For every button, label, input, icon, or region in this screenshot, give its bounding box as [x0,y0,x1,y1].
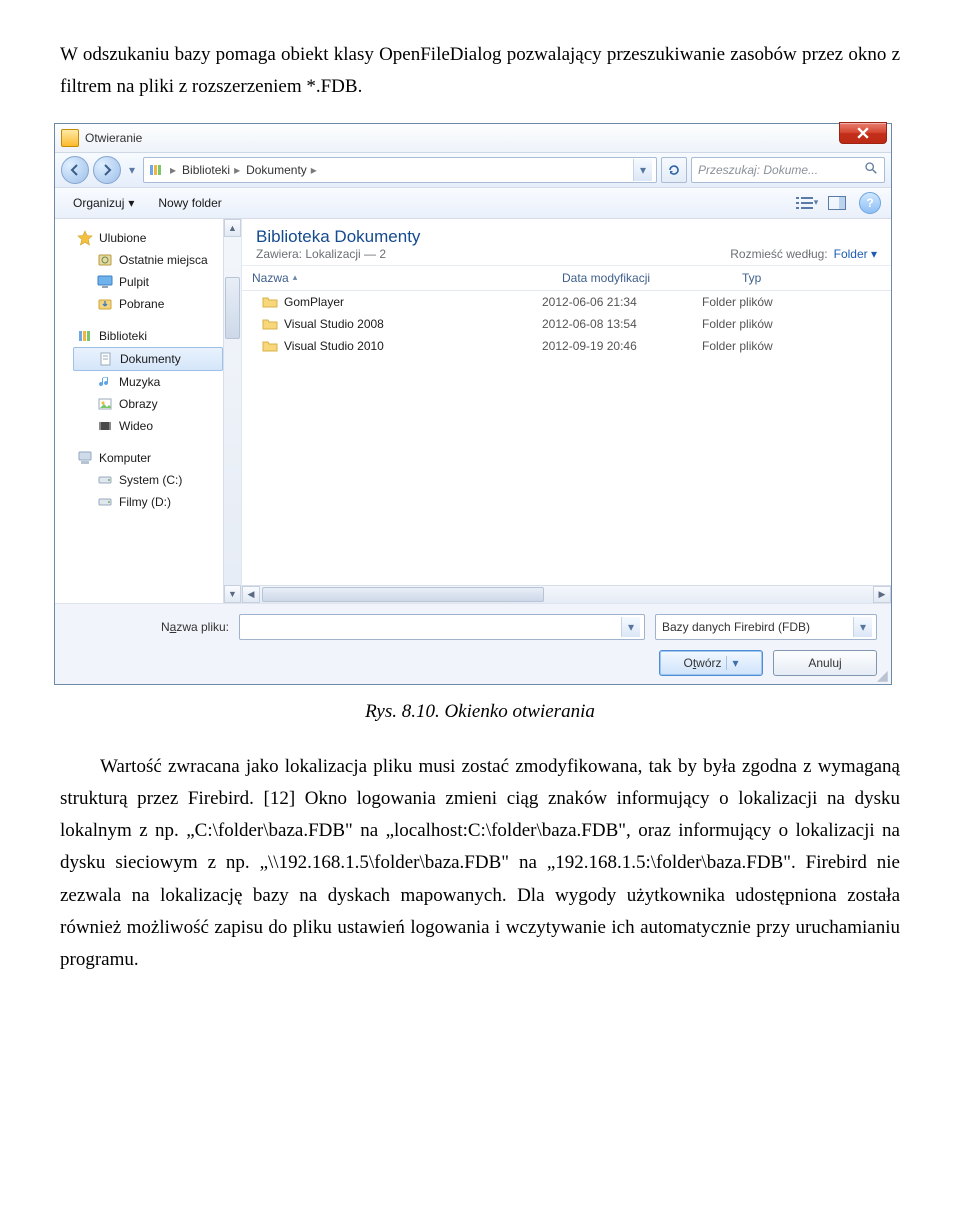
app-icon [61,129,79,147]
titlebar: Otwieranie [55,124,891,153]
open-button[interactable]: Otwórz ▾ [659,650,763,676]
video-icon [97,418,113,434]
window-title: Otwieranie [85,131,142,145]
tree-item-recent[interactable]: Ostatnie miejsca [55,249,241,271]
paragraph-bottom: Wartość zwracana jako lokalizacja pliku … [60,751,900,977]
list-view-icon [796,196,814,210]
breadcrumb-item[interactable]: Biblioteki ▸ [182,163,240,177]
new-folder-button[interactable]: Nowy folder [150,194,229,212]
chevron-down-icon: ▾ [128,196,134,210]
libraries-icon [148,162,164,178]
refresh-button[interactable] [661,157,687,183]
back-button[interactable] [61,156,89,184]
tree-item-music[interactable]: Muzyka [55,371,241,393]
close-button[interactable] [839,122,887,144]
resize-grip-icon[interactable]: ◢ [877,670,889,682]
chevron-down-icon[interactable]: ▾ [726,656,739,670]
pictures-icon [97,396,113,412]
scroll-thumb[interactable] [262,587,544,602]
drive-icon [97,494,113,510]
organize-button[interactable]: Organizuj ▾ [65,194,142,212]
tree-item-downloads[interactable]: Pobrane [55,293,241,315]
desktop-icon [97,274,113,290]
horizontal-scrollbar[interactable]: ◀ ▶ [242,585,891,603]
tree-item-drive-c[interactable]: System (C:) [55,469,241,491]
tree-computer[interactable]: Komputer [55,447,241,469]
forward-button[interactable] [93,156,121,184]
scroll-up-icon[interactable]: ▲ [224,219,241,237]
col-name[interactable]: Nazwa ▴ [242,271,552,285]
search-icon [864,161,878,178]
library-subtitle: Zawiera: Lokalizacji — 2 [256,247,420,261]
recent-icon [97,252,113,268]
col-type[interactable]: Typ [732,271,891,285]
close-icon [857,127,869,139]
libraries-icon [77,328,93,344]
chevron-down-icon[interactable]: ▾ [621,617,640,637]
tree-item-documents[interactable]: Dokumenty [73,347,223,371]
tree-item-desktop[interactable]: Pulpit [55,271,241,293]
refresh-icon [666,162,682,178]
file-list: GomPlayer 2012-06-06 21:34 Folder plików… [242,291,891,585]
list-item[interactable]: Visual Studio 2010 2012-09-19 20:46 Fold… [242,335,891,357]
sort-value-link[interactable]: Folder ▾ [834,247,877,261]
nav-tree: Ulubione Ostatnie miejsca Pulpit Pobrane [55,219,242,603]
star-icon [77,230,93,246]
scroll-down-icon[interactable]: ▼ [224,585,241,603]
documents-icon [98,351,114,367]
list-item[interactable]: GomPlayer 2012-06-06 21:34 Folder plików [242,291,891,313]
filename-input[interactable]: ▾ [239,614,645,640]
folder-icon [262,294,278,310]
view-mode-button[interactable]: ▾ [793,191,821,215]
library-title: Biblioteka Dokumenty [256,227,420,247]
computer-icon [77,450,93,466]
breadcrumb[interactable]: ▸ Biblioteki ▸ Dokumenty ▸ ▾ [143,157,657,183]
help-button[interactable]: ? [859,192,881,214]
breadcrumb-drop[interactable]: ▾ [633,159,652,181]
nav-bar: ▾ ▸ Biblioteki ▸ Dokumenty ▸ ▾ Przeszuka… [55,153,891,188]
column-headers[interactable]: Nazwa ▴ Data modyfikacji Typ [242,266,891,291]
filename-label: Nazwa pliku: [69,620,229,634]
paragraph-top: W odszukaniu bazy pomaga obiekt klasy Op… [60,39,900,104]
arrow-left-icon [67,162,83,178]
preview-pane-icon [828,196,846,210]
tree-libraries[interactable]: Biblioteki [55,325,241,347]
filetype-filter[interactable]: Bazy danych Firebird (FDB) ▾ [655,614,877,640]
col-date[interactable]: Data modyfikacji [552,271,732,285]
music-icon [97,374,113,390]
folder-icon [262,316,278,332]
search-placeholder: Przeszukaj: Dokume... [698,163,818,177]
nav-history-drop[interactable]: ▾ [125,159,139,181]
cancel-button[interactable]: Anuluj [773,650,877,676]
preview-pane-button[interactable] [823,191,851,215]
open-file-dialog: Otwieranie ▾ ▸ Biblioteki ▸ Dokumenty ▸ … [54,123,892,685]
breadcrumb-item[interactable]: Dokumenty ▸ [246,163,317,177]
drive-icon [97,472,113,488]
tree-item-pictures[interactable]: Obrazy [55,393,241,415]
figure-caption: Rys. 8.10. Okienko otwierania [60,701,900,723]
downloads-icon [97,296,113,312]
search-input[interactable]: Przeszukaj: Dokume... [691,157,885,183]
toolbar: Organizuj ▾ Nowy folder ▾ [55,188,891,219]
tree-favorites[interactable]: Ulubione [55,227,241,249]
scroll-right-icon[interactable]: ▶ [873,586,891,603]
tree-item-drive-d[interactable]: Filmy (D:) [55,491,241,513]
tree-item-video[interactable]: Wideo [55,415,241,437]
tree-scrollbar[interactable]: ▲ ▼ [223,219,241,603]
breadcrumb-sep-icon: ▸ [170,163,176,177]
sort-label: Rozmieść według: [730,247,827,261]
arrow-right-icon [99,162,115,178]
list-item[interactable]: Visual Studio 2008 2012-06-08 13:54 Fold… [242,313,891,335]
chevron-down-icon[interactable]: ▾ [853,617,872,637]
scroll-left-icon[interactable]: ◀ [242,586,260,603]
sort-asc-icon: ▴ [293,272,298,283]
folder-icon [262,338,278,354]
scroll-thumb[interactable] [225,277,240,339]
